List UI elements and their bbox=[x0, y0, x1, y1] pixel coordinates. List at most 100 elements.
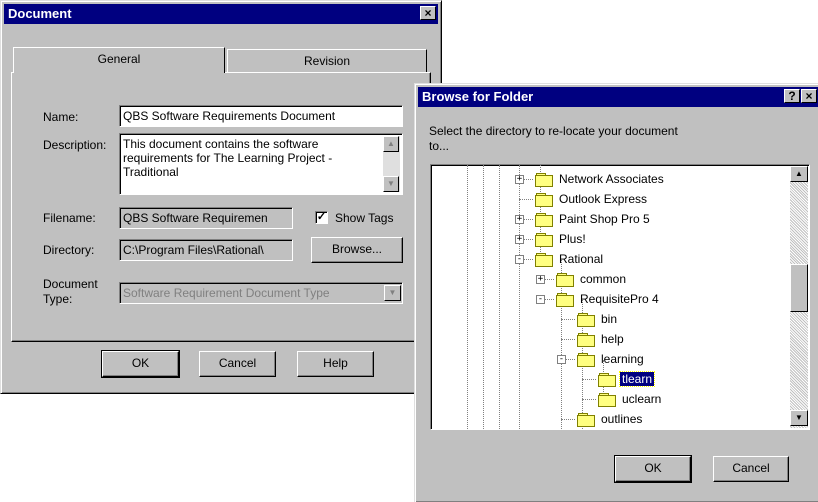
tree-item-label: learning bbox=[601, 352, 644, 366]
tree-item[interactable]: Outlook Express bbox=[431, 190, 791, 210]
browse-for-folder-dialog: Browse for Folder ? × Select the directo… bbox=[414, 83, 818, 502]
tree-item[interactable]: tlearn bbox=[431, 370, 791, 390]
tree-scrollbar[interactable]: ▲ ▼ bbox=[790, 166, 808, 428]
browse-title: Browse for Folder bbox=[422, 89, 534, 104]
show-tags-checkbox[interactable]: ✓ bbox=[315, 211, 328, 224]
folder-icon bbox=[577, 333, 595, 347]
collapse-icon[interactable]: - bbox=[515, 255, 524, 264]
tree-branch-line bbox=[561, 319, 575, 321]
tab-revision[interactable]: Revision bbox=[227, 49, 427, 73]
document-type-label-line-1: Document bbox=[43, 277, 98, 291]
tree-item[interactable]: uclearn bbox=[431, 390, 791, 410]
browse-title-bar[interactable]: Browse for Folder ? × bbox=[418, 87, 818, 107]
scroll-thumb[interactable] bbox=[790, 264, 808, 312]
tree-item[interactable]: - learning bbox=[431, 350, 791, 370]
tree-item[interactable]: - Rational bbox=[431, 250, 791, 270]
tree-item-label: RequisitePro 4 bbox=[580, 292, 659, 306]
open-folder-icon bbox=[598, 373, 616, 387]
close-icon[interactable]: × bbox=[420, 6, 436, 20]
collapse-icon[interactable]: - bbox=[557, 355, 566, 364]
tree-item[interactable]: bin bbox=[431, 310, 791, 330]
tree-item[interactable]: + Network Associates bbox=[431, 170, 791, 190]
tree-branch-line bbox=[582, 399, 596, 401]
tab-general[interactable]: General bbox=[13, 47, 225, 73]
expand-icon[interactable]: + bbox=[536, 275, 545, 284]
description-line-2: requirements for The Learning Project - bbox=[123, 151, 333, 165]
help-button[interactable]: Help bbox=[297, 351, 374, 377]
tree-item[interactable]: - RequisitePro 4 bbox=[431, 290, 791, 310]
folder-icon bbox=[535, 173, 553, 187]
tree-item-label: Outlook Express bbox=[559, 192, 648, 206]
document-dialog: Document × General Revision Name: QBS So… bbox=[0, 0, 442, 394]
folder-icon bbox=[577, 353, 595, 367]
document-type-select[interactable]: Software Requirement Document Type bbox=[119, 282, 403, 304]
directory-field[interactable]: C:\Program Files\Rational\ bbox=[119, 239, 293, 261]
scroll-up-arrow-icon[interactable]: ▲ bbox=[790, 166, 808, 182]
tree-item-label: bin bbox=[601, 312, 618, 326]
tree-item-label: help bbox=[601, 332, 624, 346]
tree-item[interactable]: outlines bbox=[431, 410, 791, 429]
expand-icon[interactable]: + bbox=[515, 175, 524, 184]
folder-icon bbox=[577, 413, 595, 427]
description-line-3: Traditional bbox=[123, 165, 179, 179]
description-field[interactable]: This document contains the software requ… bbox=[119, 133, 403, 195]
cancel-button[interactable]: Cancel bbox=[199, 351, 276, 377]
tree-branch-line bbox=[561, 419, 575, 421]
description-scrollbar[interactable]: ▲ ▼ bbox=[383, 136, 400, 192]
prompt-line-1: Select the directory to re-locate your d… bbox=[429, 124, 678, 138]
tree-item-label: common bbox=[580, 272, 627, 286]
tree-item[interactable]: + Paint Shop Pro 5 bbox=[431, 210, 791, 230]
folder-icon bbox=[577, 313, 595, 327]
tree-item-label: tlearn bbox=[618, 371, 656, 387]
help-icon[interactable]: ? bbox=[784, 89, 800, 103]
tab-revision-label: Revision bbox=[303, 54, 351, 68]
tree-item[interactable]: + Plus! bbox=[431, 230, 791, 250]
folder-icon bbox=[535, 213, 553, 227]
tree-branch-line bbox=[561, 339, 575, 341]
filename-label: Filename: bbox=[43, 211, 96, 225]
document-title-bar[interactable]: Document × bbox=[4, 4, 438, 24]
folder-icon bbox=[535, 193, 553, 207]
dropdown-arrow-icon[interactable]: ▼ bbox=[384, 285, 401, 301]
scroll-down-arrow-icon[interactable]: ▼ bbox=[383, 176, 399, 192]
document-type-value: Software Requirement Document Type bbox=[123, 286, 330, 300]
tab-general-label: General bbox=[97, 52, 141, 66]
tree-item-label: uclearn bbox=[622, 392, 662, 406]
tree-item[interactable]: help bbox=[431, 330, 791, 350]
document-title: Document bbox=[8, 6, 72, 21]
tree-item-label: Plus! bbox=[559, 232, 586, 246]
scroll-up-arrow-icon[interactable]: ▲ bbox=[383, 136, 399, 152]
folder-icon bbox=[535, 253, 553, 267]
close-icon[interactable]: × bbox=[801, 89, 817, 103]
browse-ok-button[interactable]: OK bbox=[614, 455, 692, 483]
expand-icon[interactable]: + bbox=[515, 235, 524, 244]
filename-field[interactable]: QBS Software Requiremen bbox=[119, 207, 293, 229]
name-label: Name: bbox=[43, 110, 79, 124]
tree-item-label: Network Associates bbox=[559, 172, 664, 186]
checkmark-icon: ✓ bbox=[316, 211, 327, 223]
browse-button[interactable]: Browse... bbox=[311, 237, 403, 263]
folder-icon bbox=[535, 233, 553, 247]
tree-item-label: Paint Shop Pro 5 bbox=[559, 212, 650, 226]
scroll-down-arrow-icon[interactable]: ▼ bbox=[790, 410, 808, 426]
ok-button[interactable]: OK bbox=[101, 350, 180, 378]
folder-icon bbox=[556, 273, 574, 287]
folder-tree[interactable]: + Network Associates Outlook Express + Paint… bbox=[430, 164, 810, 430]
collapse-icon[interactable]: - bbox=[536, 295, 545, 304]
document-type-label-line-2: Type: bbox=[43, 292, 73, 306]
browse-cancel-button[interactable]: Cancel bbox=[713, 456, 789, 482]
description-label: Description: bbox=[43, 138, 107, 152]
name-field[interactable]: QBS Software Requirements Document bbox=[119, 105, 403, 127]
tree-item-label: Rational bbox=[559, 252, 604, 266]
tree-branch-line bbox=[519, 199, 533, 201]
tree-item[interactable]: + common bbox=[431, 270, 791, 290]
tree-item-label: outlines bbox=[601, 412, 643, 426]
show-tags-label[interactable]: Show Tags bbox=[335, 211, 393, 225]
expand-icon[interactable]: + bbox=[515, 215, 524, 224]
tree-branch-line bbox=[582, 379, 596, 381]
folder-icon bbox=[556, 293, 574, 307]
folder-icon bbox=[598, 393, 616, 407]
prompt-line-2: to... bbox=[429, 139, 450, 153]
directory-label: Directory: bbox=[43, 243, 95, 257]
description-line-1: This document contains the software bbox=[123, 137, 319, 151]
